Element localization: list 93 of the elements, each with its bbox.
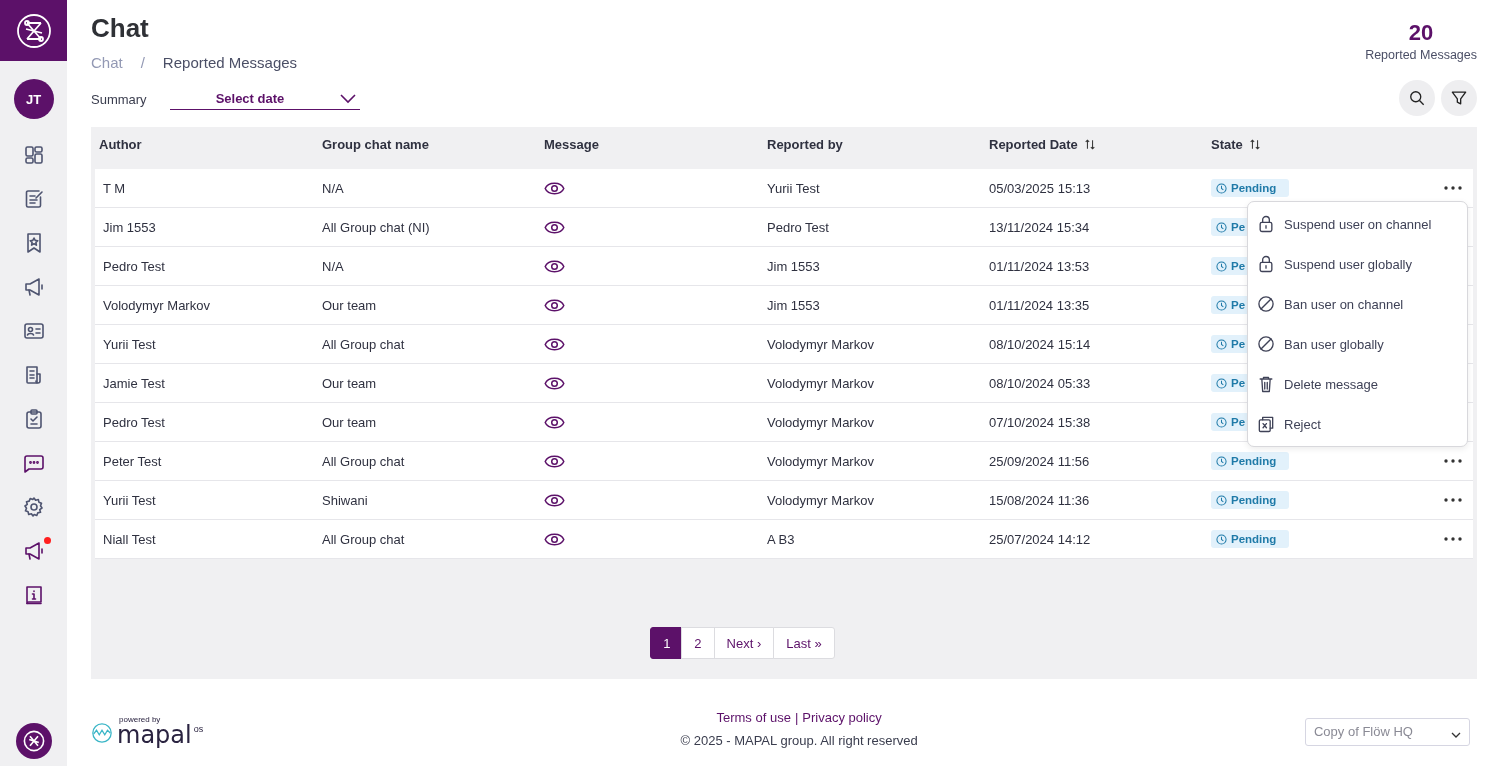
table-cell: Pedro Test (103, 258, 165, 274)
table-cell: All Group chat (322, 336, 405, 352)
table-cell: N/A (322, 180, 344, 196)
table-cell: Volodymyr Markov (767, 492, 874, 508)
table-cell: Peter Test (103, 453, 162, 469)
table-cell: Volodymyr Markov (767, 375, 874, 391)
table-cell: Jamie Test (103, 375, 165, 391)
column-header[interactable]: State (1211, 137, 1243, 152)
eye-icon[interactable] (544, 181, 565, 195)
reject-icon (1256, 414, 1276, 434)
breadcrumb-separator: / (140, 54, 145, 71)
table-cell: Our team (322, 414, 377, 430)
table-cell: Jim 1553 (767, 297, 820, 313)
table-cell: 25/09/2024 11:56 (989, 453, 1090, 469)
table-cell: 07/10/2024 15:38 (989, 414, 1091, 430)
powered-by-text: powered by (119, 715, 161, 724)
table-cell: 05/03/2025 15:13 (989, 180, 1091, 196)
ban-icon (1256, 294, 1276, 314)
status-badge: Pending (1211, 530, 1289, 548)
table-cell: 01/11/2024 13:53 (989, 258, 1090, 274)
eye-icon[interactable] (544, 259, 565, 273)
column-header: Message (544, 137, 599, 152)
table-cell: Volodymyr Markov (767, 453, 874, 469)
filter-label: Summary (91, 91, 147, 107)
table-cell: 08/10/2024 05:33 (989, 375, 1091, 391)
table-cell: Yurii Test (103, 492, 156, 508)
filter-button[interactable] (1441, 80, 1477, 116)
footer-link[interactable]: Privacy policy (802, 709, 882, 725)
table-cell: 15/08/2024 11:36 (989, 492, 1090, 508)
table-cell: Volodymyr Markov (767, 414, 874, 430)
eye-icon[interactable] (544, 376, 565, 390)
page-button[interactable]: 1 (650, 627, 683, 659)
page-button[interactable]: 2 (681, 627, 715, 659)
table-cell: Jim 1553 (767, 258, 820, 274)
page-button[interactable]: Next › (713, 627, 775, 659)
eye-icon[interactable] (544, 220, 565, 234)
table-cell: Volodymyr Markov (103, 297, 210, 313)
chevron-icon (339, 93, 356, 104)
count-label: Reported Messages (1365, 48, 1477, 62)
table-cell: N/A (322, 258, 344, 274)
table-cell: A B3 (767, 531, 795, 547)
message-count: 20 (1408, 20, 1434, 46)
table-cell: Pedro Test (767, 219, 829, 235)
site-select[interactable]: Copy of Flöw HQ (1305, 717, 1470, 746)
table-cell: Niall Test (103, 531, 156, 547)
app-logo-icon[interactable] (15, 723, 52, 759)
table-cell: 01/11/2024 13:35 (989, 297, 1090, 313)
ban-icon (1256, 334, 1276, 354)
column-header: Author (99, 137, 142, 152)
table-cell: All Group chat (NI) (322, 219, 430, 235)
table-cell: 08/10/2024 15:14 (989, 336, 1091, 352)
brand-name: mapal (117, 724, 192, 746)
eye-icon[interactable] (544, 493, 565, 507)
table-cell: Yurii Test (767, 180, 820, 196)
link-separator: | (794, 709, 799, 725)
footer-link[interactable]: Terms of use (716, 709, 791, 725)
brand-logo-icon (91, 722, 113, 744)
table-cell: Pedro Test (103, 414, 165, 430)
table-cell: Our team (322, 297, 377, 313)
eye-icon[interactable] (544, 532, 565, 546)
brand-suffix: os (193, 724, 204, 734)
table-cell: Yurii Test (103, 336, 156, 352)
table-cell: Volodymyr Markov (767, 336, 874, 352)
status-badge: Pending (1211, 179, 1289, 197)
status-badge: Pending (1211, 491, 1289, 509)
table-cell: 25/07/2024 14:12 (989, 531, 1091, 547)
table-cell: Shiwani (322, 492, 368, 508)
eye-icon[interactable] (544, 415, 565, 429)
sort-icon[interactable] (1248, 138, 1261, 151)
table-cell: All Group chat (322, 531, 405, 547)
page-button[interactable]: Last » (773, 627, 835, 659)
user-avatar[interactable]: JT (13, 79, 54, 119)
table-cell: All Group chat (322, 453, 405, 469)
table-cell: 13/11/2024 15:34 (989, 219, 1090, 235)
status-badge: Pending (1211, 452, 1289, 470)
column-header[interactable]: Reported Date (989, 137, 1078, 152)
table-cell: Our team (322, 375, 377, 391)
date-select[interactable]: Select date (169, 88, 360, 110)
sort-icon[interactable] (1083, 138, 1096, 151)
chevron-icon (1451, 731, 1461, 738)
search-button[interactable] (1399, 80, 1435, 116)
eye-icon[interactable] (544, 298, 565, 312)
page-title: Chat (91, 12, 150, 44)
eye-icon[interactable] (544, 337, 565, 351)
eye-icon[interactable] (544, 454, 565, 468)
column-header: Group chat name (322, 137, 429, 152)
table-cell: T M (103, 180, 126, 196)
column-header: Reported by (767, 137, 843, 152)
copyright-text: © 2025 - MAPAL group. All right reserved (680, 732, 918, 748)
settings-icon[interactable] (21, 495, 46, 519)
breadcrumb-current: Reported Messages (162, 54, 298, 71)
search-icon[interactable] (1407, 88, 1427, 108)
table-cell: Jim 1553 (103, 219, 156, 235)
